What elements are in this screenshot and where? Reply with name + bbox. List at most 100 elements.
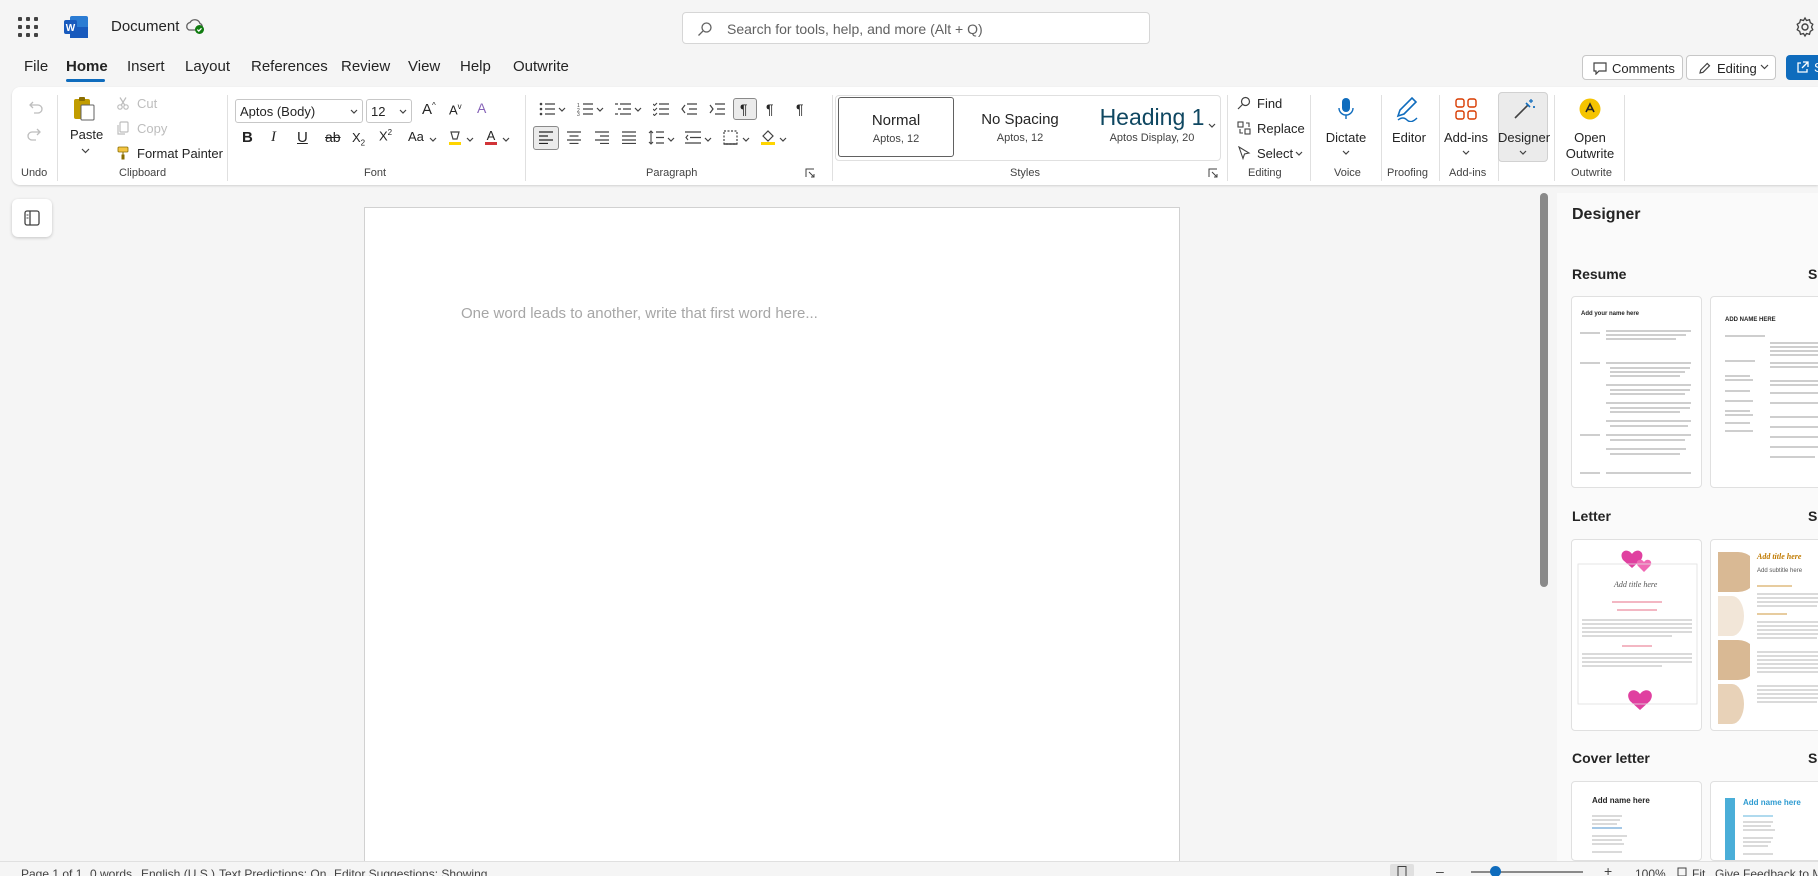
chevron-down-icon[interactable]	[1295, 151, 1303, 157]
format-painter-label[interactable]: Format Painter	[137, 146, 223, 161]
letter-template-2[interactable]: Add title here Add subtitle here	[1710, 539, 1818, 731]
resume-template-1[interactable]: Add your name here	[1571, 296, 1702, 488]
copy-icon[interactable]	[116, 121, 130, 135]
copy-label[interactable]: Copy	[137, 121, 167, 136]
underline-icon[interactable]: U	[297, 129, 308, 146]
paragraph-spacing-icon[interactable]	[685, 130, 701, 145]
replace-label[interactable]: Replace	[1257, 121, 1305, 136]
style-heading-1[interactable]: Heading 1 Aptos Display, 20	[1086, 97, 1218, 157]
comments-button[interactable]: Comments	[1582, 55, 1683, 80]
zoom-slider-thumb[interactable]	[1490, 866, 1501, 876]
strikethrough-icon[interactable]: ab	[325, 129, 341, 145]
clear-formatting-icon[interactable]: A	[477, 100, 486, 116]
zoom-slider[interactable]	[1471, 871, 1583, 873]
numbering-icon[interactable]: 123	[577, 102, 593, 116]
tab-home[interactable]: Home	[66, 58, 108, 75]
change-case-icon[interactable]: Aa	[408, 129, 424, 144]
show-more-resume[interactable]: Sh	[1808, 266, 1818, 282]
document-placeholder[interactable]: One word leads to another, write that fi…	[461, 305, 818, 322]
chevron-down-icon[interactable]	[81, 148, 90, 154]
redo-icon[interactable]	[27, 127, 43, 141]
style-normal[interactable]: Normal Aptos, 12	[838, 97, 954, 157]
chevron-down-icon[interactable]	[704, 137, 712, 143]
document-scrollbar[interactable]	[1540, 193, 1548, 587]
chevron-down-icon[interactable]	[502, 137, 510, 143]
tab-help[interactable]: Help	[460, 58, 491, 75]
fit-button[interactable]: Fit	[1692, 867, 1705, 876]
show-more-cover-letter[interactable]: Sh	[1808, 750, 1818, 766]
letter-template-1[interactable]: Add title here	[1571, 539, 1702, 731]
add-ins-grid-icon[interactable]	[1455, 98, 1477, 120]
chevron-down-icon[interactable]	[596, 107, 604, 113]
editing-mode-button[interactable]: Editing	[1686, 55, 1776, 80]
tab-insert[interactable]: Insert	[127, 58, 165, 75]
italic-icon[interactable]: I	[271, 129, 276, 146]
outwrite-logo-icon[interactable]	[1579, 98, 1601, 120]
chevron-down-icon[interactable]	[558, 107, 566, 113]
tab-outwrite[interactable]: Outwrite	[513, 58, 569, 75]
chevron-down-icon[interactable]	[779, 137, 787, 143]
paste-icon[interactable]	[72, 96, 96, 122]
borders-icon[interactable]	[723, 130, 738, 145]
rtl-paragraph-icon[interactable]: ¶	[766, 101, 774, 117]
chevron-down-icon[interactable]	[466, 137, 474, 143]
zoom-in-icon[interactable]: +	[1604, 863, 1612, 876]
editor-pen-icon[interactable]	[1395, 96, 1421, 122]
superscript-icon[interactable]: X2	[379, 128, 392, 143]
zoom-level[interactable]: 100%	[1635, 867, 1666, 876]
navigation-pane-button[interactable]	[12, 199, 52, 237]
checklist-icon[interactable]	[653, 102, 669, 116]
shading-icon[interactable]	[760, 129, 776, 145]
multilevel-list-icon[interactable]	[615, 102, 631, 116]
settings-gear-icon[interactable]	[1794, 16, 1816, 38]
highlight-icon[interactable]	[447, 130, 463, 146]
font-name-dropdown[interactable]: Aptos (Body)	[235, 99, 363, 123]
cover-letter-template-1[interactable]: Add name here	[1571, 781, 1702, 861]
dictate-label[interactable]: Dictate	[1317, 130, 1375, 146]
document-title[interactable]: Document	[111, 18, 179, 35]
align-right-icon[interactable]	[595, 131, 609, 144]
open-outwrite-label[interactable]: Open Outwrite	[1564, 130, 1616, 162]
style-no-spacing[interactable]: No Spacing Aptos, 12	[958, 97, 1082, 157]
word-logo-icon[interactable]: W	[64, 16, 88, 38]
chevron-down-icon[interactable]	[667, 137, 675, 143]
show-formatting-icon[interactable]: ¶	[796, 101, 804, 117]
document-page[interactable]: One word leads to another, write that fi…	[364, 207, 1180, 876]
tab-file[interactable]: File	[24, 58, 48, 75]
add-ins-label[interactable]: Add-ins	[1441, 130, 1491, 146]
grow-font-icon[interactable]: A^	[422, 101, 436, 118]
paragraph-settings-launcher-icon[interactable]	[805, 168, 815, 178]
chevron-down-icon[interactable]	[742, 137, 750, 143]
tab-view[interactable]: View	[408, 58, 440, 75]
styles-launcher-icon[interactable]	[1208, 168, 1218, 178]
select-cursor-icon[interactable]	[1237, 146, 1251, 160]
app-launcher-icon[interactable]	[18, 17, 38, 37]
line-spacing-icon[interactable]	[648, 130, 664, 145]
tab-references[interactable]: References	[251, 58, 328, 75]
replace-icon[interactable]	[1237, 121, 1251, 135]
format-painter-icon[interactable]	[116, 146, 130, 160]
share-button[interactable]: S	[1786, 55, 1818, 80]
cut-label[interactable]: Cut	[137, 96, 157, 111]
text-predictions-status[interactable]: Text Predictions: On	[219, 867, 326, 876]
shrink-font-icon[interactable]: Av	[449, 102, 462, 117]
word-count[interactable]: 0 words	[90, 867, 132, 876]
bullets-icon[interactable]	[539, 102, 555, 116]
cut-icon[interactable]	[116, 96, 130, 110]
font-size-dropdown[interactable]: 12	[366, 99, 412, 123]
subscript-icon[interactable]: X2	[352, 130, 365, 148]
search-input[interactable]: Search for tools, help, and more (Alt + …	[682, 12, 1150, 44]
justify-icon[interactable]	[622, 131, 636, 144]
align-center-icon[interactable]	[567, 131, 581, 144]
increase-indent-icon[interactable]	[709, 102, 725, 116]
page-count[interactable]: Page 1 of 1	[21, 867, 82, 876]
styles-expand-chevron-icon[interactable]	[1208, 123, 1216, 129]
chevron-down-icon[interactable]	[1462, 150, 1470, 156]
find-label[interactable]: Find	[1257, 96, 1282, 111]
cover-letter-template-2[interactable]: Add name here	[1710, 781, 1818, 861]
microphone-icon[interactable]	[1338, 97, 1354, 121]
bold-icon[interactable]: B	[242, 129, 253, 146]
tab-review[interactable]: Review	[341, 58, 390, 75]
editor-suggestions-status[interactable]: Editor Suggestions: Showing	[334, 867, 487, 876]
chevron-down-icon[interactable]	[429, 137, 437, 143]
